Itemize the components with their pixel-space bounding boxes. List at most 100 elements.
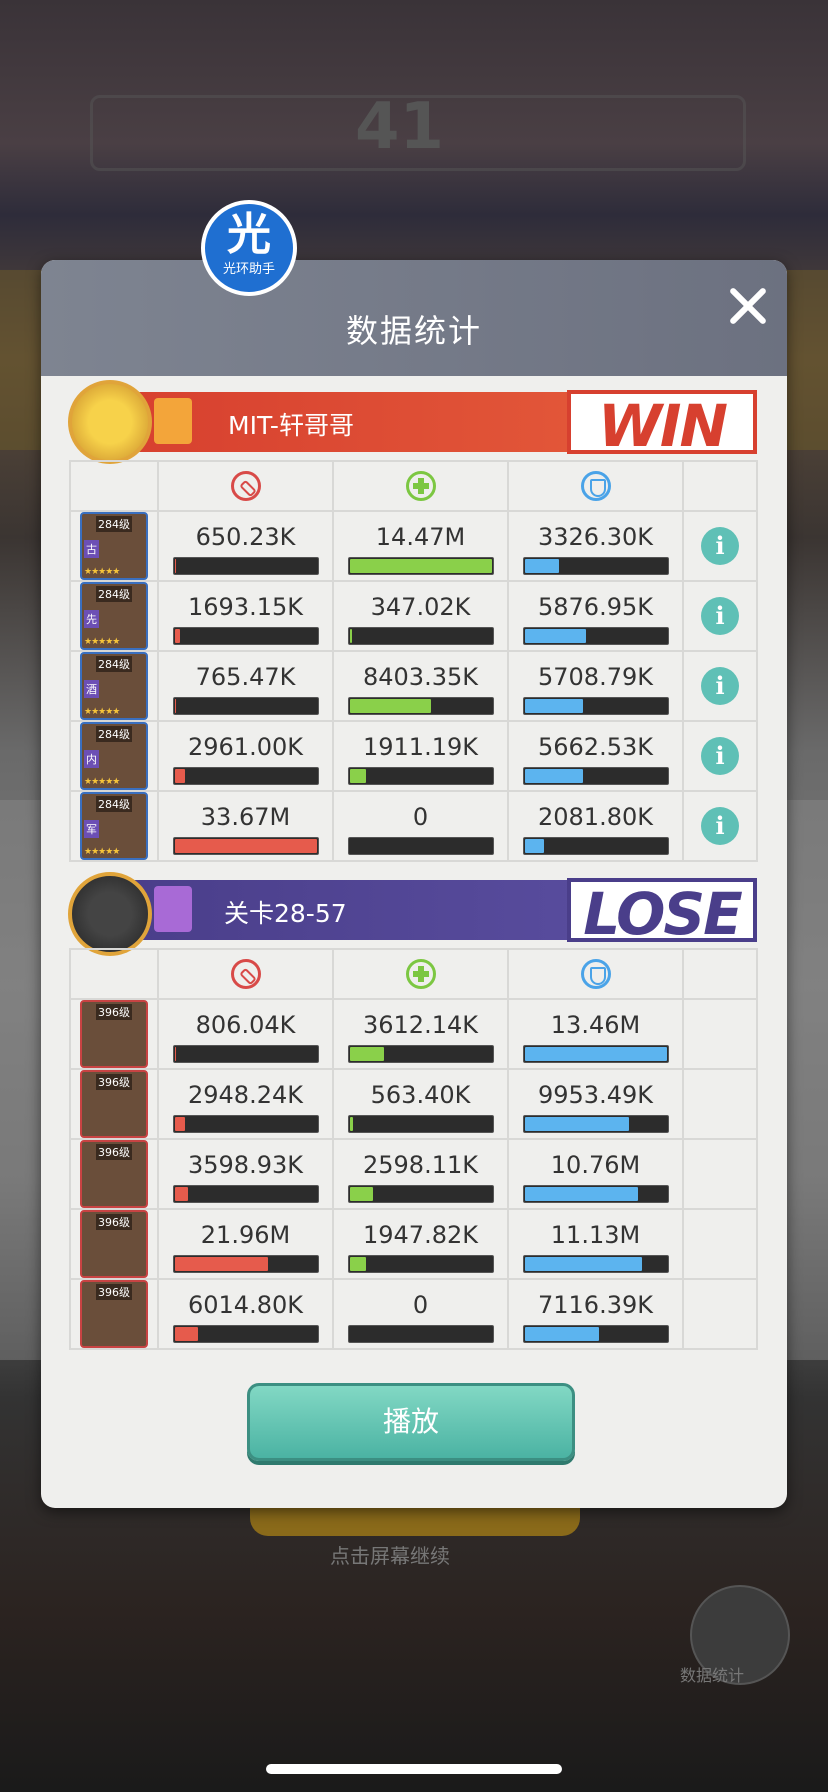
damage-value: 1693.15K	[188, 593, 303, 621]
heal-value: 0	[412, 803, 429, 831]
damage-bar	[172, 767, 319, 785]
shield-bar	[522, 1255, 669, 1273]
heal-bar	[347, 697, 494, 715]
hero-stars: ★★★★★	[84, 847, 120, 857]
logo-char: 光	[227, 209, 271, 260]
hero-portrait: 396级	[80, 1210, 148, 1278]
damage-value: 33.67M	[200, 803, 291, 831]
enemy-avatar	[68, 872, 152, 956]
team-flag-icon	[154, 398, 192, 444]
hero-row: 284级酒 ★★★★★ 765.47K 8403.35K 5708.79K i	[69, 650, 758, 722]
shield-bar	[522, 1115, 669, 1133]
team-name: 关卡28-57	[224, 899, 347, 928]
damage-bar	[172, 1045, 319, 1063]
hero-level: 284级	[96, 586, 132, 602]
team-name: MIT-轩哥哥	[228, 411, 354, 440]
hero-row: 396级 3598.93K 2598.11K 10.76M	[69, 1138, 758, 1210]
shield-value: 7116.39K	[538, 1291, 653, 1319]
play-button[interactable]: 播放	[247, 1383, 575, 1461]
heal-value: 3612.14K	[363, 1011, 478, 1039]
heal-value: 0	[412, 1291, 429, 1319]
hero-tag: 古	[84, 540, 99, 558]
hero-portrait: 284级内 ★★★★★	[80, 722, 148, 790]
damage-value: 2961.00K	[188, 733, 303, 761]
damage-bar	[172, 1185, 319, 1203]
home-indicator	[266, 1764, 562, 1774]
shield-bar	[522, 1185, 669, 1203]
hero-stars: ★★★★★	[84, 567, 120, 577]
damage-value: 2948.24K	[188, 1081, 303, 1109]
shield-icon	[580, 471, 611, 501]
hero-portrait: 396级	[80, 1070, 148, 1138]
hero-row: 396级 2948.24K 563.40K 9953.49K	[69, 1068, 758, 1140]
heal-value: 1911.19K	[363, 733, 478, 761]
hero-stars: ★★★★★	[84, 707, 120, 717]
hero-level: 396级	[96, 1144, 132, 1160]
shield-value: 2081.80K	[538, 803, 653, 831]
player-avatar	[68, 380, 152, 464]
panel-header: 数据统计	[41, 260, 787, 376]
shield-bar	[522, 1045, 669, 1063]
shield-value: 10.76M	[550, 1151, 641, 1179]
hero-row: 396级 6014.80K 0 7116.39K	[69, 1278, 758, 1350]
info-icon[interactable]: i	[701, 737, 739, 775]
shield-value: 5876.95K	[538, 593, 653, 621]
shield-icon	[580, 959, 611, 989]
team-header-winner: MIT-轩哥哥 WIN	[92, 390, 757, 458]
damage-value: 6014.80K	[188, 1291, 303, 1319]
heal-value: 1947.82K	[363, 1221, 478, 1249]
shield-bar	[522, 697, 669, 715]
shield-value: 3326.30K	[538, 523, 653, 551]
hero-tag: 军	[84, 820, 99, 838]
damage-icon	[230, 959, 261, 989]
hero-portrait: 396级	[80, 1000, 148, 1068]
heal-bar	[347, 627, 494, 645]
shield-bar	[522, 1325, 669, 1343]
info-icon[interactable]: i	[701, 527, 739, 565]
heal-bar	[347, 1185, 494, 1203]
close-icon[interactable]	[723, 282, 771, 330]
team-flag-icon	[154, 886, 192, 932]
hero-level: 396级	[96, 1214, 132, 1230]
background-hint: 点击屏幕继续	[330, 1544, 450, 1568]
info-icon[interactable]: i	[701, 597, 739, 635]
hero-row: 396级 806.04K 3612.14K 13.46M	[69, 998, 758, 1070]
hero-level: 396级	[96, 1004, 132, 1020]
hero-portrait: 396级	[80, 1140, 148, 1208]
hero-portrait: 284级军 ★★★★★	[80, 792, 148, 860]
info-icon[interactable]: i	[701, 807, 739, 845]
team-header-loser: 关卡28-57 LOSE	[92, 878, 757, 946]
hero-level: 396级	[96, 1284, 132, 1300]
heal-bar	[347, 1325, 494, 1343]
info-icon[interactable]: i	[701, 667, 739, 705]
damage-bar	[172, 627, 319, 645]
hero-row: 284级先 ★★★★★ 1693.15K 347.02K 5876.95K i	[69, 580, 758, 652]
hero-portrait: 396级	[80, 1280, 148, 1348]
heal-bar	[347, 557, 494, 575]
hero-level: 396级	[96, 1074, 132, 1090]
shield-value: 5708.79K	[538, 663, 653, 691]
damage-value: 650.23K	[195, 523, 296, 551]
damage-icon	[230, 471, 261, 501]
hero-portrait: 284级酒 ★★★★★	[80, 652, 148, 720]
hero-tag: 内	[84, 750, 99, 768]
heal-bar	[347, 1045, 494, 1063]
result-badge: WIN	[567, 390, 757, 458]
damage-value: 765.47K	[195, 663, 296, 691]
damage-value: 3598.93K	[188, 1151, 303, 1179]
hero-level: 284级	[96, 656, 132, 672]
hero-stars: ★★★★★	[84, 637, 120, 647]
heal-bar	[347, 767, 494, 785]
shield-value: 5662.53K	[538, 733, 653, 761]
background-stats-label: 数据统计	[680, 1666, 745, 1685]
hero-stars: ★★★★★	[84, 777, 120, 787]
shield-bar	[522, 767, 669, 785]
panel-title: 数据统计	[345, 312, 482, 350]
background-score: 41	[355, 90, 445, 164]
damage-value: 806.04K	[195, 1011, 296, 1039]
logo-text: 光环助手	[222, 262, 275, 277]
hero-row: 284级内 ★★★★★ 2961.00K 1911.19K 5662.53K i	[69, 720, 758, 792]
damage-bar	[172, 697, 319, 715]
heal-value: 347.02K	[370, 593, 471, 621]
heal-value: 8403.35K	[363, 663, 478, 691]
